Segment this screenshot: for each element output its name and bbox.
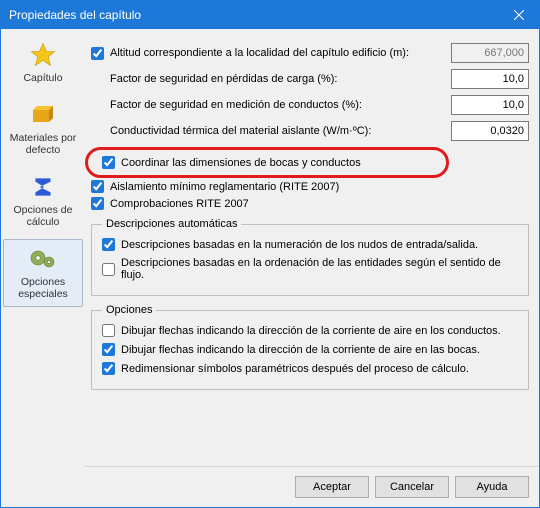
flechas-cond-label: Dibujar flechas indicando la dirección d… — [121, 325, 501, 337]
desc-ord-label: Descripciones basadas en la ordenación d… — [121, 257, 518, 281]
sidebar-item-label: Opciones especiales — [6, 276, 80, 300]
aisl-label: Aislamiento mínimo reglamentario (RITE 2… — [110, 181, 339, 193]
row-aisl: Aislamiento mínimo reglamentario (RITE 2… — [91, 180, 529, 193]
sidebar: Capítulo Materiales por defecto Opciones… — [1, 29, 85, 507]
row-desc-num: Descripciones basadas en la numeración d… — [102, 238, 518, 251]
flechas-cond-checkbox[interactable] — [102, 324, 115, 337]
dialog-window: Propiedades del capítulo Capítulo Materi… — [0, 0, 540, 508]
desc-ord-checkbox[interactable] — [102, 263, 115, 276]
fieldset-desc-auto: Descripciones automáticas Descripciones … — [91, 218, 529, 296]
sidebar-item-opciones-especiales[interactable]: Opciones especiales — [3, 239, 83, 307]
coord-checkbox[interactable] — [102, 156, 115, 169]
altitud-checkbox[interactable] — [91, 47, 104, 60]
desc-num-label: Descripciones basadas en la numeración d… — [121, 239, 478, 251]
fseg-med-input[interactable] — [451, 95, 529, 115]
fseg-carga-input[interactable] — [451, 69, 529, 89]
opciones-legend: Opciones — [102, 304, 156, 316]
dialog-body: Capítulo Materiales por defecto Opciones… — [1, 29, 539, 507]
close-button[interactable] — [499, 1, 539, 29]
sidebar-item-materiales[interactable]: Materiales por defecto — [3, 95, 83, 163]
sidebar-item-label: Capítulo — [6, 72, 80, 84]
comp-label: Comprobaciones RITE 2007 — [110, 198, 249, 210]
row-flechas-cond: Dibujar flechas indicando la dirección d… — [102, 324, 518, 337]
sidebar-item-label: Materiales por defecto — [6, 132, 80, 156]
row-fseg-carga: Factor de seguridad en pérdidas de carga… — [91, 69, 529, 89]
row-comp: Comprobaciones RITE 2007 — [91, 197, 529, 210]
desc-num-checkbox[interactable] — [102, 238, 115, 251]
help-button[interactable]: Ayuda — [455, 476, 529, 498]
altitud-label: Altitud correspondiente a la localidad d… — [110, 47, 451, 59]
ok-button[interactable]: Aceptar — [295, 476, 369, 498]
flechas-bocas-checkbox[interactable] — [102, 343, 115, 356]
window-title: Propiedades del capítulo — [9, 8, 141, 22]
fseg-med-label: Factor de seguridad en medición de condu… — [110, 99, 451, 111]
cond-label: Conductividad térmica del material aisla… — [110, 125, 451, 137]
main-panel: Altitud correspondiente a la localidad d… — [85, 29, 539, 507]
row-coord: Coordinar las dimensiones de bocas y con… — [102, 156, 432, 169]
sidebar-item-label: Opciones de cálculo — [6, 204, 80, 228]
highlight-oval: Coordinar las dimensiones de bocas y con… — [85, 147, 449, 178]
fieldset-opciones: Opciones Dibujar flechas indicando la di… — [91, 304, 529, 390]
row-desc-ord: Descripciones basadas en la ordenación d… — [102, 257, 518, 281]
flechas-bocas-label: Dibujar flechas indicando la dirección d… — [121, 344, 480, 356]
aisl-checkbox[interactable] — [91, 180, 104, 193]
content-area: Altitud correspondiente a la localidad d… — [85, 29, 539, 466]
row-cond: Conductividad térmica del material aisla… — [91, 121, 529, 141]
cancel-button[interactable]: Cancelar — [375, 476, 449, 498]
sidebar-item-opciones-calculo[interactable]: Opciones de cálculo — [3, 167, 83, 235]
row-fseg-med: Factor de seguridad en medición de condu… — [91, 95, 529, 115]
fseg-carga-label: Factor de seguridad en pérdidas de carga… — [110, 73, 451, 85]
cond-input[interactable] — [451, 121, 529, 141]
coord-label: Coordinar las dimensiones de bocas y con… — [121, 157, 361, 169]
material-icon — [6, 100, 80, 130]
star-icon — [6, 40, 80, 70]
button-bar: Aceptar Cancelar Ayuda — [85, 466, 539, 507]
altitud-input[interactable] — [451, 43, 529, 63]
sidebar-item-capitulo[interactable]: Capítulo — [3, 35, 83, 91]
desc-auto-legend: Descripciones automáticas — [102, 218, 241, 230]
row-flechas-bocas: Dibujar flechas indicando la dirección d… — [102, 343, 518, 356]
row-altitud: Altitud correspondiente a la localidad d… — [91, 43, 529, 63]
title-bar: Propiedades del capítulo — [1, 1, 539, 29]
close-icon — [514, 10, 524, 20]
sigma-icon — [6, 172, 80, 202]
gears-icon — [6, 244, 80, 274]
redim-label: Redimensionar símbolos paramétricos desp… — [121, 363, 469, 375]
row-redim: Redimensionar símbolos paramétricos desp… — [102, 362, 518, 375]
comp-checkbox[interactable] — [91, 197, 104, 210]
redim-checkbox[interactable] — [102, 362, 115, 375]
